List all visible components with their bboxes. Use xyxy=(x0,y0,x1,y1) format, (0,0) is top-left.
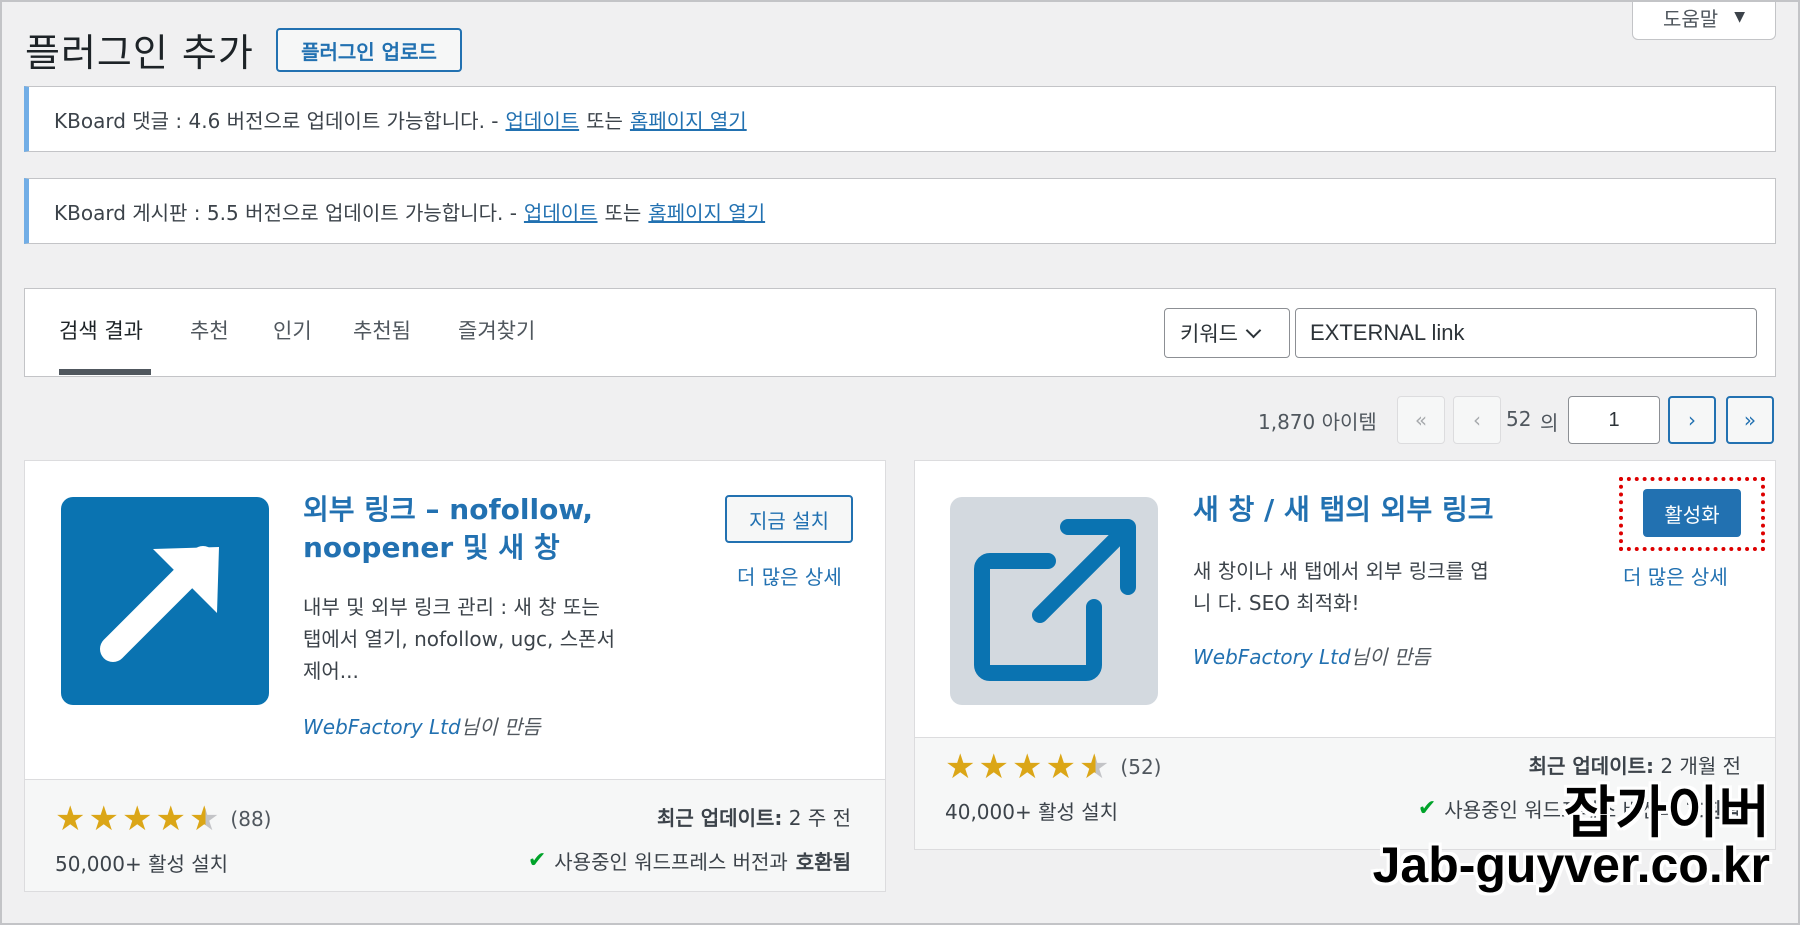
star-icon: ★ xyxy=(155,799,186,839)
chevron-down-icon xyxy=(1245,322,1262,338)
notice-or: 또는 xyxy=(586,108,623,133)
author-suffix: 님이 만듬 xyxy=(1350,645,1431,669)
tab-favorites[interactable]: 즐겨찾기 xyxy=(458,315,535,345)
star-icon: ★ xyxy=(88,799,119,839)
caret-down-icon: ▼ xyxy=(1734,9,1745,25)
author-link[interactable]: WebFactory Ltd xyxy=(303,715,461,739)
star-icon: ★ xyxy=(1011,747,1043,787)
rating-count: (88) xyxy=(230,807,272,831)
search-type-select[interactable]: 키워드 xyxy=(1164,308,1290,358)
tab-popular[interactable]: 인기 xyxy=(273,315,312,345)
last-updated-label: 최근 업데이트: xyxy=(657,806,783,830)
star-icon: ★ xyxy=(1045,747,1076,787)
install-now-button[interactable]: 지금 설치 xyxy=(725,495,853,543)
tab-recommended[interactable]: 추천됨 xyxy=(353,315,411,345)
plugin-card: 외부 링크 – nofollow, noopener 및 새 창 내부 및 외부… xyxy=(24,460,886,892)
star-icon: ★ xyxy=(978,747,1009,787)
update-notice: KBoard 댓글 : 4.6 버전으로 업데이트 가능합니다. - 업데이트 … xyxy=(24,86,1776,152)
external-link-arrow-icon[interactable] xyxy=(61,497,269,705)
checkmark-icon: ✔ xyxy=(1417,796,1437,821)
last-updated: 최근 업데이트: 2 주 전 xyxy=(657,802,851,831)
plugin-description: 새 창이나 새 탭에서 외부 링크를 엽 니 다. SEO 최적화! xyxy=(1193,555,1489,619)
update-link[interactable]: 업데이트 xyxy=(506,105,580,134)
plugin-author: WebFactory Ltd님이 만듬 xyxy=(1193,641,1431,670)
next-page-button[interactable]: › xyxy=(1668,396,1716,444)
active-installs: 50,000+ 활성 설치 xyxy=(55,852,229,876)
star-icon: ★ xyxy=(55,799,86,839)
help-tab-button[interactable]: 도움말 ▼ xyxy=(1632,0,1776,40)
watermark-url: Jab-guyver.co.kr xyxy=(1372,837,1770,893)
half-star-icon: ★ xyxy=(188,799,220,839)
description-line: 탭에서 열기, nofollow, ugc, 스폰서 xyxy=(303,627,615,651)
plugin-name[interactable]: 새 창 / 새 탭의 외부 링크 xyxy=(1193,491,1494,529)
half-star-icon: ★ xyxy=(1078,747,1110,787)
star-rating: ★ ★ ★ ★ ★ (88) xyxy=(55,802,271,836)
compatibility: ✔ 사용중인 워드프레스 버전과 호환됨 xyxy=(528,846,851,875)
homepage-link[interactable]: 홈페이지 열기 xyxy=(630,105,747,134)
description-line: 니 다. SEO 최적화! xyxy=(1193,591,1360,615)
items-count: 1,870 아이템 xyxy=(1258,410,1377,434)
first-page-button: « xyxy=(1397,396,1445,444)
description-line: 내부 및 외부 링크 관리 : 새 창 또는 xyxy=(303,595,600,619)
plugin-description: 내부 및 외부 링크 관리 : 새 창 또는 탭에서 열기, nofollow,… xyxy=(303,591,615,687)
notice-text: KBoard 댓글 : 4.6 버전으로 업데이트 가능합니다. - xyxy=(54,108,499,133)
page-title: 플러그인 추가 xyxy=(25,31,254,75)
rating-count: (52) xyxy=(1120,755,1162,779)
star-icon: ★ xyxy=(945,747,976,787)
description-line: 제어... xyxy=(303,659,359,683)
active-installs: 40,000+ 활성 설치 xyxy=(945,800,1119,824)
more-details-link[interactable]: 더 많은 상세 xyxy=(737,561,842,590)
more-details-link[interactable]: 더 많은 상세 xyxy=(1623,561,1728,590)
plugin-card-footer: ★ ★ ★ ★ ★ (88) 50,000+ 활성 설치 최근 업데이트: 2 … xyxy=(25,779,885,891)
active-tab-indicator xyxy=(59,369,151,375)
last-page-button[interactable]: » xyxy=(1726,396,1774,444)
plugin-search-input[interactable] xyxy=(1295,308,1757,358)
author-link[interactable]: WebFactory Ltd xyxy=(1193,645,1351,669)
tab-featured[interactable]: 추천 xyxy=(190,315,229,345)
plugin-name[interactable]: 외부 링크 – nofollow, noopener 및 새 창 xyxy=(303,491,593,567)
tab-search-results[interactable]: 검색 결과 xyxy=(59,315,143,345)
author-suffix: 님이 만듬 xyxy=(460,715,541,739)
external-link-box-icon[interactable] xyxy=(950,497,1158,705)
plugin-author: WebFactory Ltd님이 만듬 xyxy=(303,711,541,740)
last-updated-value: 2 주 전 xyxy=(788,806,851,830)
compat-status: 호환됨 xyxy=(795,850,851,874)
notice-or: 또는 xyxy=(604,200,642,225)
help-label: 도움말 xyxy=(1663,6,1719,31)
checkmark-icon: ✔ xyxy=(527,848,547,873)
current-page-input[interactable] xyxy=(1568,396,1660,444)
plugin-filter-bar: 검색 결과 추천 인기 추천됨 즐겨찾기 키워드 xyxy=(24,288,1776,377)
plugin-name-line[interactable]: 외부 링크 – nofollow, xyxy=(303,491,593,529)
update-notice: KBoard 게시판 : 5.5 버전으로 업데이트 가능합니다. - 업데이트… xyxy=(24,178,1776,244)
compat-text: 사용중인 워드프레스 버전과 xyxy=(554,850,788,874)
homepage-link[interactable]: 홈페이지 열기 xyxy=(648,197,765,226)
notice-text: KBoard 게시판 : 5.5 버전으로 업데이트 가능합니다. - xyxy=(54,200,517,225)
of-label: 의 xyxy=(1540,411,1559,435)
description-line: 새 창이나 새 탭에서 외부 링크를 엽 xyxy=(1193,559,1489,583)
upload-plugin-button[interactable]: 플러그인 업로드 xyxy=(276,28,462,72)
activate-button[interactable]: 활성화 xyxy=(1643,489,1741,537)
update-link[interactable]: 업데이트 xyxy=(524,197,598,226)
search-type-value: 키워드 xyxy=(1180,322,1238,346)
star-icon: ★ xyxy=(121,799,153,839)
total-pages: 52 xyxy=(1506,407,1532,431)
plugin-name-line[interactable]: noopener 및 새 창 xyxy=(303,529,593,567)
star-rating: ★ ★ ★ ★ ★ (52) xyxy=(945,750,1161,784)
prev-page-button: ‹ xyxy=(1453,396,1501,444)
